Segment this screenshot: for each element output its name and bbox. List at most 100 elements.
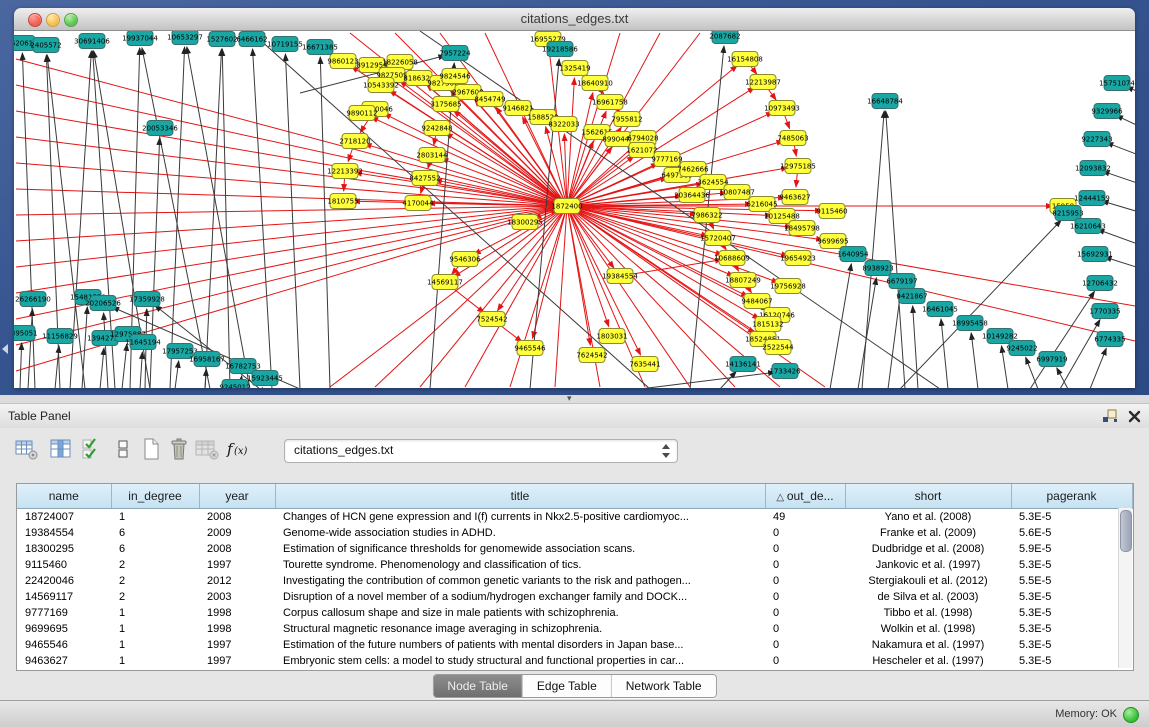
table-row[interactable]: 969969511998Structural magnetic resonanc… [17,621,1132,637]
collapse-panel-arrow-icon[interactable] [2,344,8,354]
graph-node[interactable]: 19937044 [122,31,158,46]
function-builder-icon[interactable]: f(x) [226,436,256,464]
tab-network-table[interactable]: Network Table [611,675,716,697]
network-canvas[interactable]: 9860123891295418226058982750981863281054… [14,31,1135,388]
graph-node[interactable]: 6774335 [1094,332,1125,347]
graph-node[interactable]: 14136141 [725,357,761,372]
graph-node[interactable]: 20053346 [142,121,178,136]
graph-node[interactable]: 1325419 [559,61,590,76]
graph-node[interactable]: 12213987 [745,75,781,90]
graph-node[interactable]: 8454749 [474,92,505,107]
graph-node[interactable]: 20364436 [674,188,710,203]
table-row[interactable]: 911546021997Tourette syndrome. Phenomeno… [17,557,1132,573]
graph-node[interactable]: 9463627 [779,190,810,205]
table-row[interactable]: 1830029562008Estimation of significance … [17,541,1132,557]
graph-node[interactable]: 6466162 [236,32,267,47]
new-column-icon[interactable] [138,436,164,464]
graph-node[interactable]: 17359928 [129,292,165,307]
graph-node[interactable]: 9777169 [651,152,682,167]
graph-node[interactable]: 8938923 [862,261,893,276]
column-header-in_degree[interactable]: in_degree [111,484,199,509]
table-scrollbar-thumb[interactable] [1120,510,1132,552]
panel-splitter[interactable]: ▾ [0,395,1149,403]
graph-node[interactable]: 12213392 [327,164,363,179]
graph-node[interactable]: 19756928 [770,279,806,294]
graph-node[interactable]: 9465546 [514,341,546,356]
graph-node[interactable]: 26266190 [15,292,51,307]
column-header-year[interactable]: year [199,484,275,509]
graph-node[interactable]: 9245022 [1006,341,1037,356]
graph-node[interactable]: 7524542 [476,312,507,327]
graph-node[interactable]: 14569117 [427,275,463,290]
graph-node[interactable]: 4170044 [402,196,434,211]
rows-icon[interactable] [110,436,136,464]
graph-node[interactable]: 16958167 [189,352,225,367]
graph-node[interactable]: 7955812 [611,112,642,127]
graph-node[interactable]: 15692931 [1077,247,1113,262]
graph-node[interactable]: 9227343 [1081,132,1112,147]
graph-node[interactable]: 9421867 [896,289,927,304]
graph-node[interactable]: 7485063 [777,131,808,146]
graph-node[interactable]: 11156829 [42,329,78,344]
graph-node[interactable]: 1527602 [206,32,237,47]
graph-node[interactable]: 1815132 [752,317,783,332]
graph-node[interactable]: 16671385 [302,40,338,55]
table-selector-combobox[interactable]: citations_edges.txt [284,439,678,463]
graph-node[interactable]: 12706432 [1082,276,1118,291]
graph-node[interactable]: 12975185 [780,159,816,174]
graph-node[interactable]: 3175685 [430,97,461,112]
graph-node[interactable]: 2522544 [762,340,794,355]
graph-node[interactable]: 2718120 [339,134,370,149]
graph-node[interactable]: 7635441 [629,357,660,372]
graph-node[interactable]: 16154808 [727,52,763,67]
column-header-pagerank[interactable]: pagerank [1011,484,1132,509]
graph-node[interactable]: 10688609 [714,251,750,266]
graph-node[interactable]: 18300295 [507,215,543,230]
graph-node[interactable]: 9242848 [421,121,452,136]
graph-node[interactable]: 15751074 [1099,76,1135,91]
graph-node[interactable]: 2803144 [416,148,448,163]
graph-node[interactable]: 11645194 [125,335,161,350]
graph-node[interactable]: 8427552 [409,171,440,186]
graph-node[interactable]: 20206526 [85,296,121,311]
table-row[interactable]: 977716911998Corpus callosum shape and si… [17,605,1132,621]
graph-node[interactable]: 1395051 [14,326,38,341]
graph-node[interactable]: 1872400 [551,199,582,214]
combobox-stepper-icon[interactable] [661,443,671,459]
graph-node[interactable]: 19384554 [602,269,638,284]
graph-node[interactable]: 7957224 [439,46,471,61]
network-graph[interactable]: 9860123891295418226058982750981863281054… [14,31,1135,388]
graph-node[interactable]: 7986322 [691,208,722,223]
graph-node[interactable]: 9245012 [219,380,250,389]
row-select-icon[interactable] [80,436,106,464]
graph-node[interactable]: 9824546 [439,69,471,84]
graph-node[interactable]: 2087682 [709,31,740,44]
graph-node[interactable]: 19218586 [542,42,578,57]
graph-node[interactable]: 1640954 [837,247,869,262]
table-row[interactable]: 946362711997Embryonic stem cells: a mode… [17,653,1132,669]
graph-node[interactable]: 18807249 [725,273,761,288]
graph-node[interactable]: 9890112 [346,106,377,121]
close-panel-icon[interactable] [1128,410,1141,423]
graph-node[interactable]: 2405572 [30,38,61,53]
graph-node[interactable]: 15720407 [700,231,736,246]
graph-node[interactable]: 18995458 [952,316,988,331]
window-titlebar[interactable]: citations_edges.txt [14,8,1135,31]
graph-node[interactable]: 16210643 [1070,219,1106,234]
graph-node[interactable]: 8322033 [548,117,579,132]
table-row[interactable]: 2242004622012Investigating the contribut… [17,573,1132,589]
table-settings-icon[interactable] [14,436,40,464]
graph-node[interactable]: 19654923 [780,251,816,266]
graph-node[interactable]: 10543392 [363,78,399,93]
graph-node[interactable]: 10653297 [167,31,203,45]
table-scrollbar[interactable] [1118,508,1132,668]
graph-node[interactable]: 1810755 [327,194,358,209]
graph-node[interactable]: 12093832 [1075,161,1111,176]
graph-node[interactable]: 10973493 [764,101,800,116]
tab-edge-table[interactable]: Edge Table [522,675,611,697]
graph-node[interactable]: 7624542 [576,348,607,363]
delete-column-icon[interactable] [166,436,192,464]
float-panel-icon[interactable] [1101,408,1118,424]
graph-node[interactable]: 12444159 [1074,191,1110,206]
graph-node[interactable]: 9484067 [741,294,772,309]
